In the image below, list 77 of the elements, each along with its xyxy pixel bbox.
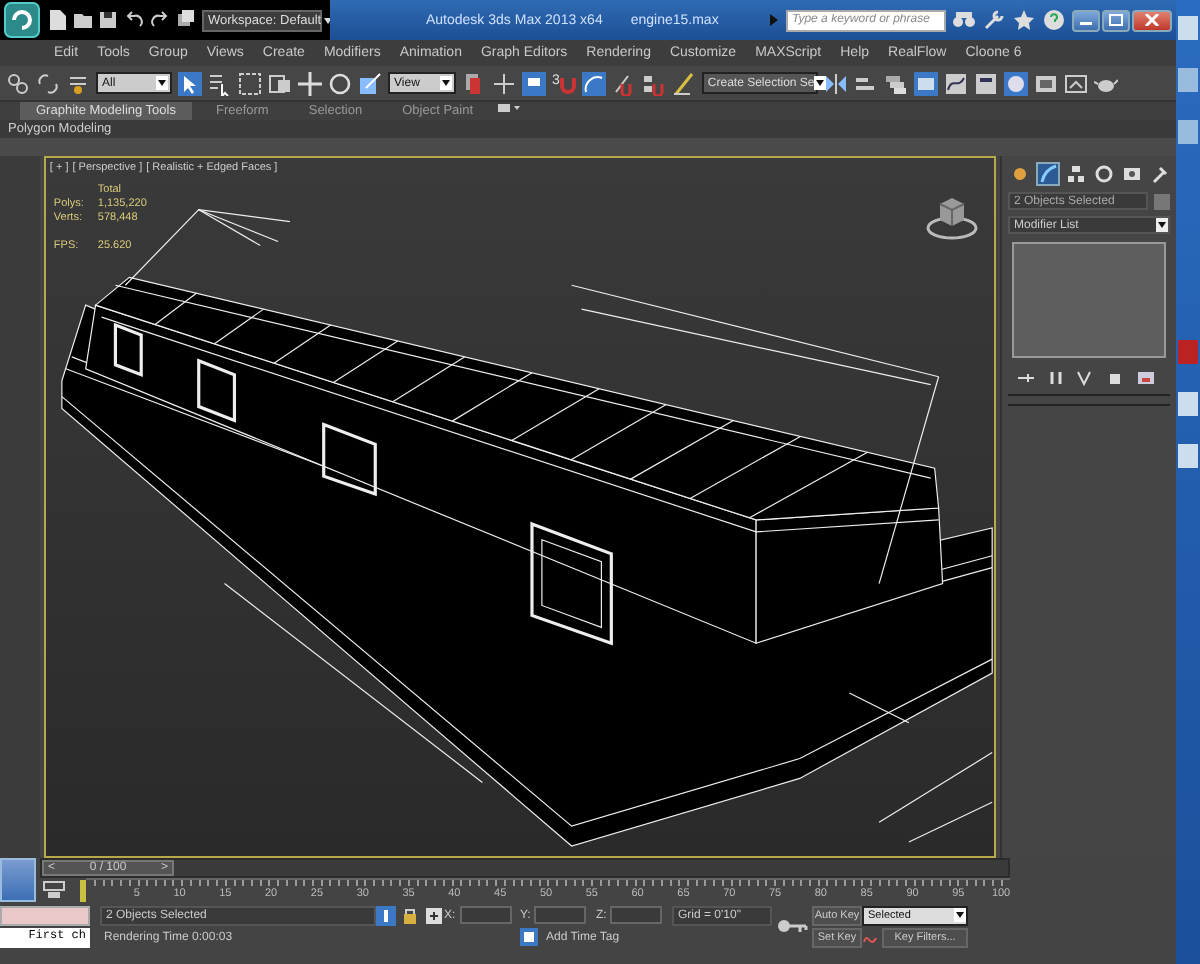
edit-named-selection-icon[interactable] — [671, 71, 696, 95]
angle-snap-icon[interactable] — [581, 71, 606, 95]
close-icon — [1144, 14, 1160, 26]
caret-icon — [1156, 218, 1168, 232]
material-editor-icon[interactable] — [1003, 71, 1028, 95]
move-icon[interactable] — [298, 71, 322, 95]
unlink-icon[interactable] — [36, 71, 60, 95]
curve-editor-icon[interactable] — [943, 71, 968, 95]
padlock-icon[interactable] — [400, 905, 420, 925]
hold-icon[interactable] — [176, 8, 196, 32]
maximize-button[interactable] — [1102, 9, 1130, 31]
configure-sets-icon[interactable] — [1136, 370, 1156, 386]
key-icon[interactable] — [776, 916, 808, 936]
create-tab-icon — [1010, 164, 1030, 184]
caret-icon — [954, 908, 966, 922]
help-icon[interactable] — [1042, 8, 1066, 32]
motion-tab-icon — [1094, 164, 1114, 184]
caret-icon — [440, 76, 452, 90]
open-folder-icon[interactable] — [72, 8, 92, 32]
expand-arrow-icon[interactable] — [768, 12, 780, 28]
rendered-frame-icon[interactable] — [1063, 71, 1088, 95]
pivot-center-icon[interactable] — [462, 71, 486, 95]
graphite-toggle-icon[interactable] — [913, 71, 938, 95]
time-tag-icon[interactable] — [520, 928, 538, 946]
object-color-swatch[interactable] — [1154, 193, 1170, 209]
binoculars-icon[interactable] — [952, 8, 976, 32]
window-crossing-icon[interactable] — [268, 71, 292, 95]
frame-marker-icon — [80, 878, 86, 902]
mirror-icon[interactable] — [823, 71, 848, 95]
x-coordinate-field[interactable] — [459, 906, 512, 924]
show-end-result-icon[interactable] — [1046, 370, 1066, 386]
star-icon[interactable] — [1012, 8, 1036, 32]
layers-icon[interactable] — [883, 71, 908, 95]
y-coordinate-field[interactable] — [534, 906, 587, 924]
app-logo-icon[interactable] — [4, 2, 40, 38]
spinner-snap-icon[interactable] — [641, 71, 666, 95]
caret-icon — [814, 76, 827, 90]
command-panel-tab[interactable] — [1008, 162, 1032, 186]
save-icon[interactable] — [98, 8, 118, 32]
z-coordinate-field[interactable] — [610, 906, 663, 924]
absolute-mode-icon[interactable] — [424, 905, 444, 925]
pin-stack-icon[interactable] — [1016, 370, 1036, 386]
render-setup-icon[interactable] — [1033, 71, 1058, 95]
scale-icon[interactable] — [358, 71, 382, 95]
listener-input-field[interactable] — [0, 905, 90, 925]
remove-modifier-icon[interactable] — [1106, 370, 1126, 386]
modify-tab-icon — [1038, 164, 1058, 184]
command-panel-tab[interactable] — [1120, 162, 1144, 186]
command-panel-tab[interactable] — [1148, 162, 1172, 186]
rectangle-selection-icon[interactable] — [238, 71, 262, 95]
close-button[interactable] — [1132, 9, 1172, 31]
schematic-view-icon[interactable] — [973, 71, 998, 95]
command-panel-tab[interactable] — [1036, 162, 1060, 186]
redo-icon[interactable] — [150, 8, 170, 32]
make-unique-icon[interactable] — [1076, 370, 1096, 386]
magnet-icon — [559, 73, 576, 93]
maximize-icon — [1108, 14, 1124, 26]
ribbon-options-icon[interactable] — [497, 102, 522, 114]
link-icon[interactable] — [6, 71, 30, 95]
minimize-button[interactable] — [1072, 9, 1100, 31]
display-tab-icon — [1122, 164, 1142, 184]
percent-snap-icon[interactable] — [611, 71, 636, 95]
caret-icon — [156, 76, 168, 90]
viewcube-icon[interactable] — [925, 192, 978, 244]
utilities-tab-icon — [1150, 164, 1170, 184]
hierarchy-tab-icon — [1066, 164, 1086, 184]
select-object-icon[interactable] — [178, 71, 202, 95]
select-by-name-icon[interactable] — [208, 71, 232, 95]
command-panel-tab[interactable] — [1064, 162, 1088, 186]
manipulate-icon[interactable] — [492, 71, 516, 95]
keyboard-shortcut-icon[interactable] — [522, 71, 546, 95]
new-file-icon[interactable] — [46, 8, 66, 32]
bind-icon[interactable] — [66, 71, 90, 95]
undo-icon[interactable] — [124, 8, 144, 32]
selection-lock-icon[interactable] — [376, 905, 396, 925]
wrench-icon[interactable] — [982, 8, 1006, 32]
rotate-icon[interactable] — [328, 71, 352, 95]
